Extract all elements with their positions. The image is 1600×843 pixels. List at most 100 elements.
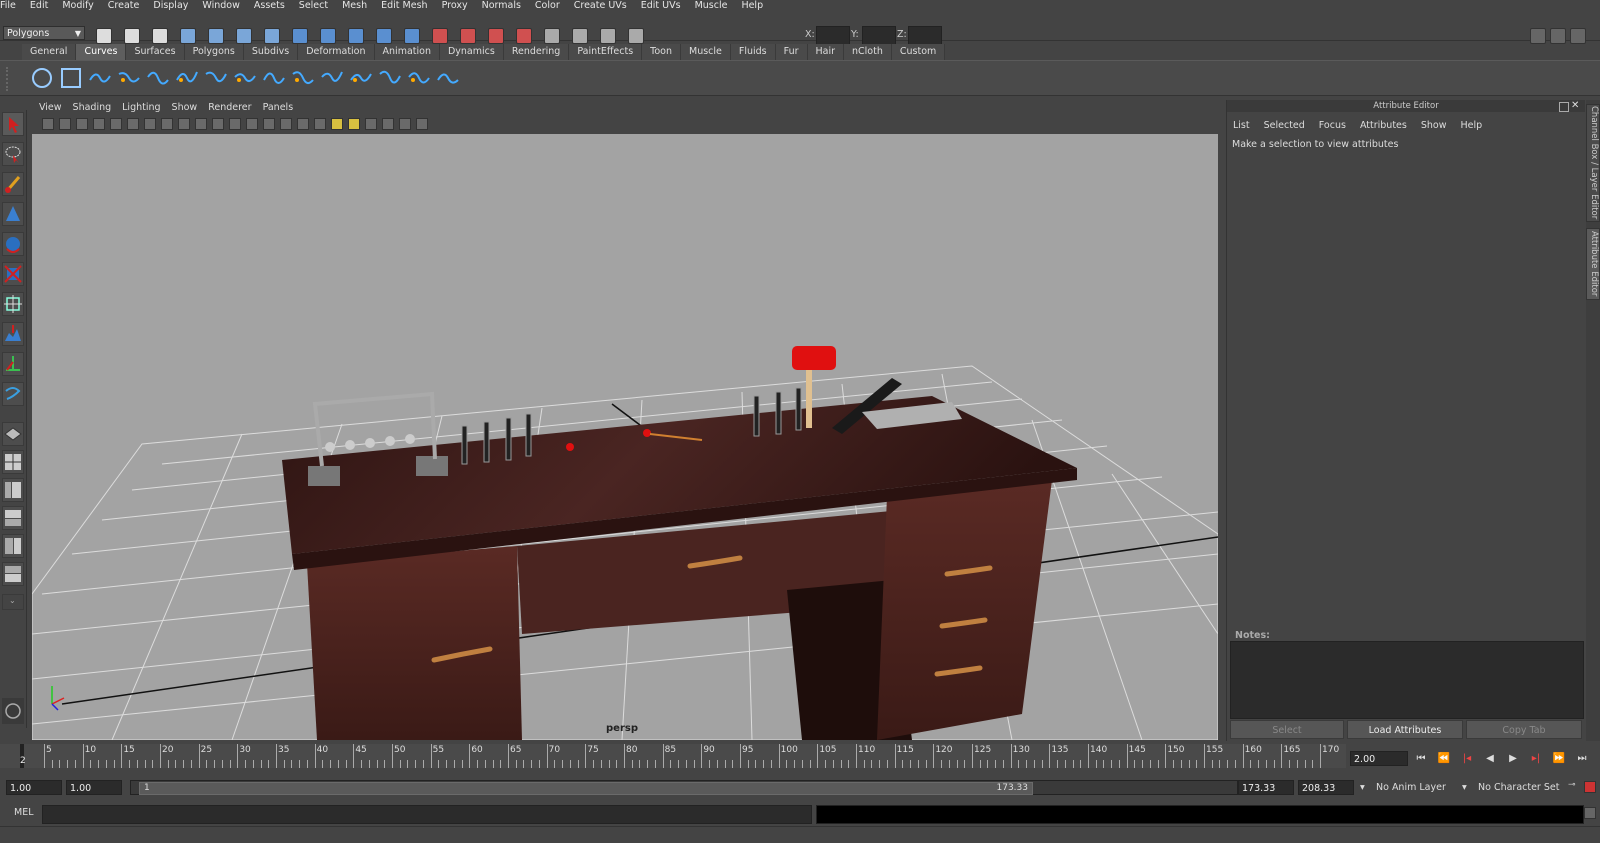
step-forward-key-icon[interactable]: ⏩ xyxy=(1550,751,1568,766)
ep-curve-icon[interactable] xyxy=(117,66,141,90)
wireframe-on-shaded-icon[interactable] xyxy=(297,118,309,130)
shelf-tab-rendering[interactable]: Rendering xyxy=(503,44,570,60)
playback-start-field[interactable]: 1.00 xyxy=(66,780,122,795)
make-live-icon[interactable] xyxy=(404,28,420,44)
load-attributes-button[interactable]: Load Attributes xyxy=(1347,720,1463,739)
panel-menu-shading[interactable]: Shading xyxy=(73,102,112,113)
menu-assets[interactable]: Assets xyxy=(254,0,285,11)
scale-tool-icon[interactable] xyxy=(2,262,24,286)
shelf-tab-fluids[interactable]: Fluids xyxy=(730,44,776,60)
menu-file[interactable]: File xyxy=(0,0,16,11)
move-tool-icon[interactable] xyxy=(2,202,24,226)
select-tool-icon[interactable] xyxy=(2,112,24,136)
range-slider-handle[interactable]: 1 173.33 xyxy=(139,782,1033,795)
ae-menu-attributes[interactable]: Attributes xyxy=(1360,120,1407,131)
copy-tab-button[interactable]: Copy Tab xyxy=(1466,720,1582,739)
paint-select-tool-icon[interactable] xyxy=(2,172,24,196)
anim-layer-dropdown[interactable]: No Anim Layer xyxy=(1376,782,1446,793)
menu-set-dropdown[interactable]: Polygons ▼ xyxy=(3,26,85,40)
xray-icon[interactable] xyxy=(382,118,394,130)
character-set-dropdown[interactable]: No Character Set xyxy=(1478,782,1559,793)
shelf-tab-general[interactable]: General xyxy=(22,44,77,60)
panel-menu-panels[interactable]: Panels xyxy=(263,102,294,113)
menu-help[interactable]: Help xyxy=(741,0,763,11)
quick-layout-icon[interactable] xyxy=(2,698,24,724)
float-panel-icon[interactable] xyxy=(1559,102,1569,112)
shelf-tab-muscle[interactable]: Muscle xyxy=(681,44,731,60)
backface-culling-icon[interactable] xyxy=(416,118,428,130)
panel-menu-renderer[interactable]: Renderer xyxy=(208,102,251,113)
wireframe-icon[interactable] xyxy=(263,118,275,130)
menu-select[interactable]: Select xyxy=(299,0,328,11)
select-hierarchy-icon[interactable] xyxy=(180,28,196,44)
select-component-icon[interactable] xyxy=(236,28,252,44)
ae-menu-list[interactable]: List xyxy=(1233,120,1250,131)
time-slider[interactable]: 5 10 15 20 25 30 35 40 45 50 55 60 65 70 75 80 85 90 95 100… xyxy=(0,744,1346,768)
circle-curve-icon[interactable] xyxy=(30,66,54,90)
extend-curve-icon[interactable] xyxy=(378,66,402,90)
field-chart-icon[interactable] xyxy=(212,118,224,130)
step-back-frame-icon[interactable]: |◂ xyxy=(1458,751,1476,766)
film-gate-icon[interactable] xyxy=(161,118,173,130)
play-forwards-icon[interactable]: ▶ xyxy=(1504,751,1522,766)
construction-history-icon[interactable] xyxy=(488,28,504,44)
soft-modification-icon[interactable] xyxy=(2,322,24,346)
safe-title-icon[interactable] xyxy=(246,118,258,130)
layout-four-panes-icon[interactable] xyxy=(2,450,24,474)
select-object-icon[interactable] xyxy=(208,28,224,44)
ipr-render-icon[interactable] xyxy=(544,28,560,44)
arc-three-point-icon[interactable] xyxy=(175,66,199,90)
close-icon[interactable]: ✕ xyxy=(1571,100,1579,111)
lasso-tool-icon[interactable] xyxy=(2,142,24,166)
textured-icon[interactable] xyxy=(314,118,326,130)
channel-box-tab[interactable]: Channel Box / Layer Editor xyxy=(1586,104,1600,222)
animation-start-field[interactable]: 1.00 xyxy=(6,780,62,795)
layout-persp-outliner-icon[interactable] xyxy=(2,478,24,502)
chevron-down-icon[interactable]: ▾ xyxy=(1360,782,1365,793)
open-scene-icon[interactable] xyxy=(124,28,140,44)
menu-modify[interactable]: Modify xyxy=(62,0,93,11)
snap-to-point-icon[interactable] xyxy=(348,28,364,44)
input-ops-icon[interactable] xyxy=(432,28,448,44)
smooth-shade-icon[interactable] xyxy=(280,118,292,130)
layout-persp-graph-icon[interactable] xyxy=(2,506,24,530)
panel-menu-lighting[interactable]: Lighting xyxy=(122,102,160,113)
cv-curve-icon[interactable] xyxy=(88,66,112,90)
lock-selection-icon[interactable] xyxy=(264,28,280,44)
snap-to-curve-icon[interactable] xyxy=(320,28,336,44)
animation-end-field[interactable]: 208.33 xyxy=(1298,780,1354,795)
persp-viewport[interactable]: persp xyxy=(32,134,1218,740)
attribute-editor-tab[interactable]: Attribute Editor xyxy=(1586,228,1600,300)
shelf-tab-hair[interactable]: Hair xyxy=(807,44,845,60)
safe-action-icon[interactable] xyxy=(229,118,241,130)
use-all-lights-icon[interactable] xyxy=(331,118,343,130)
offset-curve-icon[interactable] xyxy=(407,66,431,90)
square-curve-icon[interactable] xyxy=(59,66,83,90)
snap-to-grid-icon[interactable] xyxy=(292,28,308,44)
panel-menu-show[interactable]: Show xyxy=(172,102,198,113)
align-curves-icon[interactable] xyxy=(291,66,315,90)
render-current-icon[interactable] xyxy=(516,28,532,44)
shelf-tab-curves[interactable]: Curves xyxy=(76,44,127,60)
range-slider[interactable]: 1 173.33 xyxy=(130,780,1238,795)
chevron-down-icon[interactable]: ▾ xyxy=(1462,782,1467,793)
menu-normals[interactable]: Normals xyxy=(482,0,521,11)
menu-proxy[interactable]: Proxy xyxy=(442,0,468,11)
menu-edit[interactable]: Edit xyxy=(30,0,48,11)
command-input[interactable] xyxy=(42,805,812,824)
go-to-start-icon[interactable]: ⏮ xyxy=(1412,751,1430,766)
attach-curves-icon[interactable] xyxy=(233,66,257,90)
menu-create-uvs[interactable]: Create UVs xyxy=(574,0,627,11)
shelf-tab-polygons[interactable]: Polygons xyxy=(184,44,244,60)
resolution-gate-icon[interactable] xyxy=(178,118,190,130)
ae-menu-focus[interactable]: Focus xyxy=(1319,120,1346,131)
rebuild-curve-icon[interactable] xyxy=(436,66,460,90)
camera-attributes-icon[interactable] xyxy=(76,118,88,130)
step-forward-frame-icon[interactable]: ▸| xyxy=(1527,751,1545,766)
menu-color[interactable]: Color xyxy=(535,0,560,11)
show-channel-box-icon[interactable] xyxy=(1530,28,1546,44)
menu-muscle[interactable]: Muscle xyxy=(695,0,728,11)
layout-hypershade-icon[interactable] xyxy=(2,534,24,558)
pencil-curve-icon[interactable] xyxy=(146,66,170,90)
universal-manipulator-icon[interactable] xyxy=(2,292,24,316)
